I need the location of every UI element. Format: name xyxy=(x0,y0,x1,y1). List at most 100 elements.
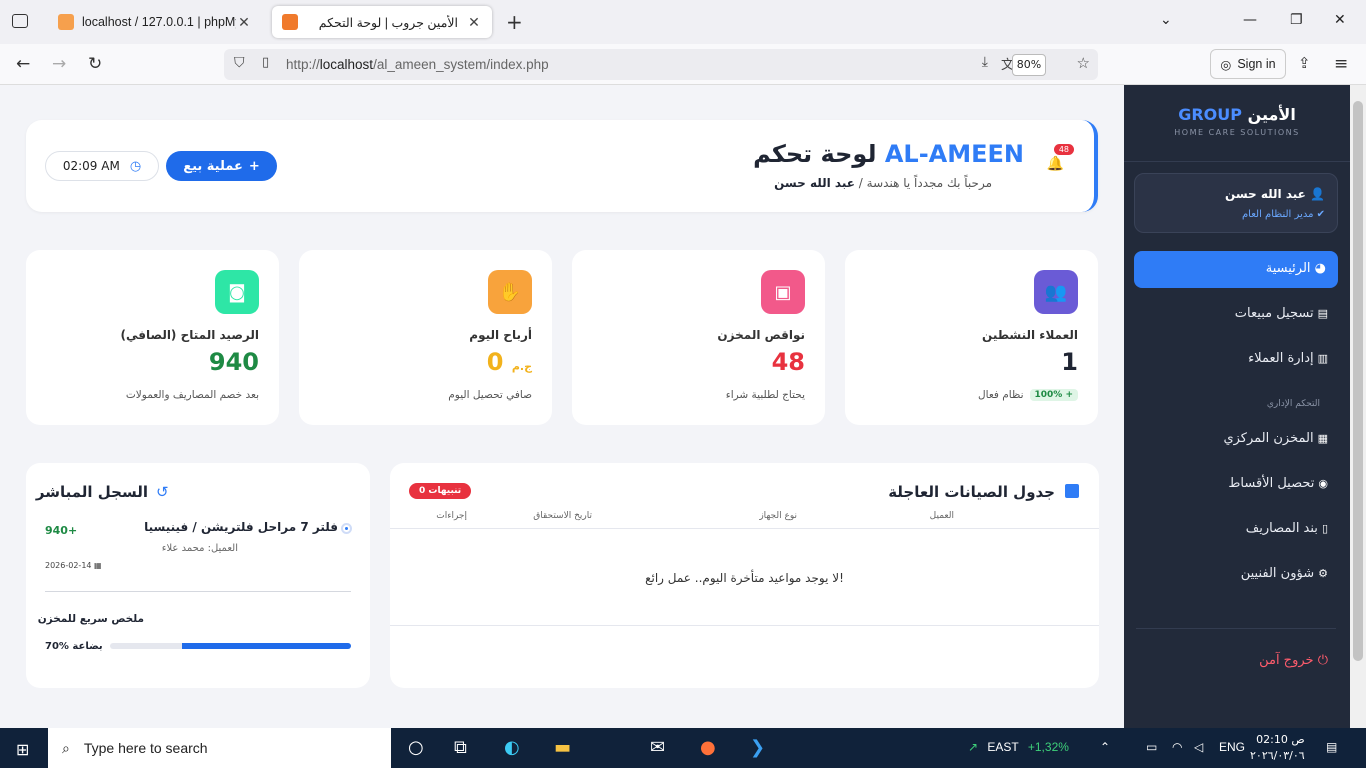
logout-button[interactable]: خروج آمن ⏻ xyxy=(1259,653,1328,668)
stat-net-balance: ◙ الرصيد المتاح (الصافي) 940 بعد خصم الم… xyxy=(26,250,279,425)
table-header: العميل نوع الجهاز تاريخ الاستحقاق إجراءا… xyxy=(390,507,1099,529)
logout-label: خروج آمن xyxy=(1259,653,1314,668)
alerts-badge: 0 تنبيهات xyxy=(409,483,472,499)
search-icon: ⌕ xyxy=(62,739,70,756)
user-name: عبد الله حسن 👤 xyxy=(1225,187,1325,201)
star-icon[interactable]: ☆ xyxy=(1077,54,1090,72)
tab-label: localhost / 127.0.0.1 | phpMyAd xyxy=(82,15,236,29)
users-icon: 👥 xyxy=(1034,270,1078,314)
chart-pie-icon: ◕ xyxy=(1314,261,1326,276)
restore-button[interactable]: ❐ xyxy=(1290,12,1303,28)
reload-icon[interactable]: ↻ xyxy=(88,54,102,74)
bell-icon[interactable]: 🔔 xyxy=(1047,156,1064,172)
download-icon[interactable]: ⤓ xyxy=(982,54,988,70)
log-item-client: العميل: محمد علاء xyxy=(161,543,238,554)
forward-icon[interactable]: → xyxy=(52,54,66,74)
account-icon: ◎ xyxy=(1220,57,1232,72)
sidebar-item-label: المخزن المركزي xyxy=(1223,431,1314,446)
welcome-text: مرحباً بك مجدداً يا هندسة / عبد الله حسن xyxy=(774,176,992,190)
brand-name-ar: الأمين xyxy=(1247,105,1296,124)
stat-value: 0 ج.م xyxy=(487,348,532,376)
sidebar-item-installments[interactable]: تحصيل الأقساط ◉ xyxy=(1228,476,1328,491)
cortana-icon[interactable]: ○ xyxy=(408,737,424,758)
sidebar-item-label: تسجيل مبيعات xyxy=(1234,306,1314,321)
coins-icon: ◉ xyxy=(1318,477,1328,490)
column-device-type: نوع الجهاز xyxy=(759,511,797,521)
back-icon[interactable]: ← xyxy=(16,54,30,74)
clock-date: ٢٠٢٦/٠٣/٠٦ xyxy=(1250,749,1305,762)
stock-widget[interactable]: ↗ EAST +1,32% xyxy=(968,740,1069,754)
time-display: 02:09 AM ◷ xyxy=(45,151,159,181)
new-tab-button[interactable]: + xyxy=(506,10,523,34)
sidebar-item-warehouse[interactable]: المخزن المركزي ▦ xyxy=(1223,431,1328,446)
page-icon: ▯ xyxy=(262,55,270,70)
main-content: لوحة تحكم AL-AMEEN مرحباً بك مجدداً يا ه… xyxy=(0,85,1124,768)
windows-start-icon[interactable]: ⊞ xyxy=(16,740,29,759)
sidebar-item-technicians[interactable]: شؤون الفنيين ⚙ xyxy=(1241,566,1328,581)
notification-badge: 48 xyxy=(1053,144,1074,155)
taskbar-search[interactable]: ⌕ Type here to search xyxy=(48,728,391,768)
file-explorer-icon[interactable]: ▬ xyxy=(554,737,571,758)
column-customer: العميل xyxy=(929,511,954,521)
section-label: التحكم الإداري xyxy=(1266,399,1320,409)
tab-phpmyadmin[interactable]: localhost / 127.0.0.1 | phpMyAd ✕ xyxy=(48,6,262,38)
shield-icon[interactable]: ⛉ xyxy=(234,55,245,71)
firefox-icon[interactable]: ● xyxy=(700,737,716,758)
vscode-icon[interactable]: ❯ xyxy=(750,737,765,758)
task-view-icon[interactable]: ⧉ xyxy=(454,737,467,758)
urgent-maintenance-table: جدول الصيانات العاجلة 0 تنبيهات العميل ن… xyxy=(390,463,1099,688)
sidebar-item-label: بند المصاريف xyxy=(1245,521,1318,536)
divider xyxy=(1124,161,1350,162)
stock-progress-fill xyxy=(182,643,351,649)
language-indicator[interactable]: ENG xyxy=(1219,740,1245,754)
calendar-icon xyxy=(1065,484,1079,498)
tab-dashboard[interactable]: الأمين جروب | لوحة التحكم ✕ xyxy=(272,6,492,38)
menu-icon[interactable]: ≡ xyxy=(1334,54,1348,74)
address-bar[interactable]: ⛉ ▯ http://localhost/al_ameen_system/ind… xyxy=(224,49,1098,80)
money-icon: ◙ xyxy=(215,270,259,314)
close-icon[interactable]: ✕ xyxy=(236,14,252,31)
browser-nav-bar: ← → ↻ ⛉ ▯ http://localhost/al_ameen_syst… xyxy=(0,44,1366,85)
wifi-icon[interactable]: ◠ xyxy=(1172,740,1182,754)
minimize-button[interactable]: — xyxy=(1243,12,1257,28)
new-sale-button[interactable]: عملية بيع + xyxy=(166,151,277,181)
close-window-button[interactable]: ✕ xyxy=(1334,12,1346,28)
column-actions: إجراءات xyxy=(436,511,467,521)
sign-in-label: Sign in xyxy=(1237,57,1276,71)
sidebar-item-customers[interactable]: إدارة العملاء ▥ xyxy=(1248,351,1328,366)
battery-icon[interactable]: ▭ xyxy=(1146,740,1157,754)
history-icon: ↺ xyxy=(156,483,169,501)
notifications-icon[interactable]: ▤ xyxy=(1326,740,1337,754)
user-cog-icon: 👤 xyxy=(1310,187,1325,201)
clock-icon: ◷ xyxy=(129,158,142,174)
section-title: جدول الصيانات العاجلة xyxy=(888,483,1055,501)
zoom-level[interactable]: 80% xyxy=(1012,54,1046,76)
new-sale-label: عملية بيع xyxy=(183,158,243,174)
volume-icon[interactable]: ◁ xyxy=(1194,740,1203,754)
tab-overview-icon[interactable] xyxy=(12,14,28,28)
windows-taskbar: ⊞ ⌕ Type here to search ○ ⧉ ◐ ▬ ✉ ● ❯ ↗ … xyxy=(0,728,1366,768)
close-icon[interactable]: ✕ xyxy=(466,14,482,31)
address-book-icon: ▥ xyxy=(1317,352,1328,365)
sidebar-item-expenses[interactable]: بند المصاريف ▯ xyxy=(1246,521,1328,536)
sidebar-item-sales[interactable]: تسجيل مبيعات ▤ xyxy=(1235,306,1328,321)
show-hidden-icons-icon[interactable]: ⌃ xyxy=(1100,740,1110,754)
power-icon: ⏻ xyxy=(1317,653,1328,668)
sign-in-button[interactable]: ◎ Sign in xyxy=(1210,49,1286,79)
user-gear-icon: ⚙ xyxy=(1318,567,1328,580)
stat-note-text: نظام فعال xyxy=(978,389,1024,401)
stat-value: 48 xyxy=(771,348,805,376)
extensions-icon[interactable]: ⇪ xyxy=(1298,54,1311,72)
edge-icon[interactable]: ◐ xyxy=(504,737,520,758)
mail-icon[interactable]: ✉ xyxy=(650,737,665,758)
scrollbar-thumb[interactable] xyxy=(1353,101,1363,661)
stock-change: +1,32% xyxy=(1027,740,1069,754)
title-english: AL-AMEEN xyxy=(884,140,1024,168)
sidebar-item-home[interactable]: الرئيسية ◕ xyxy=(1134,251,1338,288)
stat-note-text: يحتاج لطلبية شراء xyxy=(725,389,805,401)
title-arabic: لوحة تحكم xyxy=(753,140,877,168)
stat-stock-shortage: ▣ نواقص المخزن 48 يحتاج لطلبية شراء xyxy=(572,250,825,425)
page-scrollbar[interactable] xyxy=(1350,85,1366,728)
taskbar-clock[interactable]: 02:10 ص ٢٠٢٦/٠٣/٠٦ xyxy=(1250,732,1305,764)
tab-list-chevron-icon[interactable]: ⌄ xyxy=(1160,12,1172,28)
